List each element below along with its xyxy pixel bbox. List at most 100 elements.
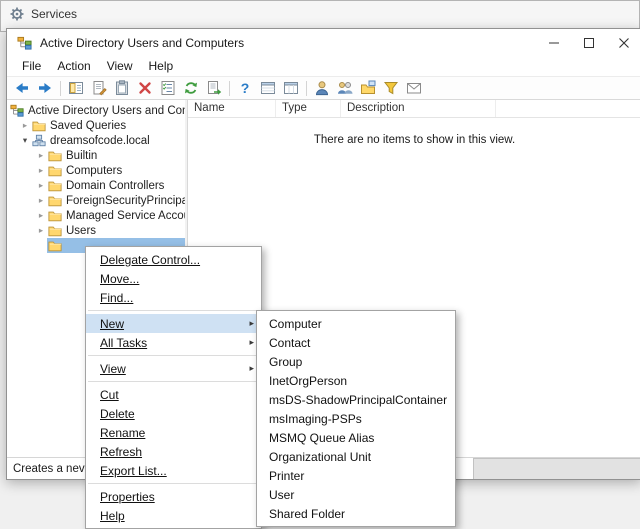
context-menu-item-label: Delegate Control... [100, 252, 201, 267]
tree-item-builtin[interactable]: ▸ Builtin [7, 148, 185, 163]
document-edit-button[interactable] [88, 78, 110, 99]
collapse-arrow-icon[interactable]: ▾ [19, 133, 31, 148]
maximize-button[interactable] [571, 29, 606, 56]
new-ou-icon [360, 80, 376, 96]
expand-arrow-icon[interactable]: ▸ [35, 163, 47, 178]
context-menu-item-new[interactable]: New ▸ [86, 314, 261, 333]
expand-arrow-icon[interactable]: ▸ [35, 193, 47, 208]
titlebar[interactable]: Active Directory Users and Computers [7, 29, 640, 56]
tree-item-content: Active Directory Users and Com [9, 103, 185, 118]
export-list-icon [206, 80, 222, 96]
new-user-button[interactable] [311, 78, 333, 99]
list-large-icon [283, 80, 299, 96]
submenu-item-shared-folder[interactable]: Shared Folder [257, 504, 455, 523]
expand-arrow-icon[interactable]: ▸ [35, 178, 47, 193]
clipboard-button[interactable] [111, 78, 133, 99]
menu-action[interactable]: Action [49, 57, 98, 75]
context-menu-item-delete[interactable]: Delete [86, 404, 261, 423]
context-menu-item-label: Export List... [100, 463, 167, 478]
new-group-button[interactable] [334, 78, 356, 99]
column-header-description[interactable]: Description [341, 100, 496, 117]
help-icon: ? [237, 80, 253, 96]
tree-item-computers[interactable]: ▸ Computers [7, 163, 185, 178]
submenu-item-inetorgperson[interactable]: InetOrgPerson [257, 371, 455, 390]
submenu-item-organizational-unit[interactable]: Organizational Unit [257, 447, 455, 466]
column-header-name[interactable]: Name [188, 100, 276, 117]
submenu-item-user[interactable]: User [257, 485, 455, 504]
list-small-button[interactable] [257, 78, 279, 99]
submenu-arrow-icon: ▸ [249, 318, 254, 328]
tree-item-label: dreamsofcode.local [50, 134, 150, 147]
context-menu-item-refresh[interactable]: Refresh [86, 442, 261, 461]
filter-button[interactable] [380, 78, 402, 99]
minimize-icon [548, 38, 559, 48]
menu-separator [88, 483, 259, 484]
context-menu-item-label: All Tasks [100, 335, 148, 350]
tree-item-foreign-security-principals[interactable]: ▸ ForeignSecurityPrincipals [7, 193, 185, 208]
show-tree-button[interactable] [65, 78, 87, 99]
list-large-button[interactable] [280, 78, 302, 99]
tree-item-users[interactable]: ▸ Users [7, 223, 185, 238]
tree-item-saved-queries[interactable]: ▸ Saved Queries [7, 118, 185, 133]
context-menu-item-help[interactable]: Help [86, 506, 261, 525]
expand-arrow-icon[interactable]: ▸ [35, 223, 47, 238]
envelope-button[interactable] [403, 78, 425, 99]
tree-item-content: dreamsofcode.local [31, 133, 185, 148]
submenu-item-computer[interactable]: Computer [257, 314, 455, 333]
submenu-item-printer[interactable]: Printer [257, 466, 455, 485]
new-ou-button[interactable] [357, 78, 379, 99]
folder-icon [48, 239, 63, 252]
context-menu-item-move[interactable]: Move... [86, 269, 261, 288]
context-menu-item-delegate-control[interactable]: Delegate Control... [86, 250, 261, 269]
folder-icon [32, 119, 47, 132]
tree-item-content: Users [47, 223, 185, 238]
show-tree-icon [68, 80, 84, 96]
close-button[interactable] [606, 29, 640, 56]
menu-file[interactable]: File [14, 57, 49, 75]
checklist-button[interactable] [157, 78, 179, 99]
submenu-item-msmq-queue-alias[interactable]: MSMQ Queue Alias [257, 428, 455, 447]
tree-item-content: Computers [47, 163, 185, 178]
context-menu-item-find[interactable]: Find... [86, 288, 261, 307]
context-menu-item-rename[interactable]: Rename [86, 423, 261, 442]
menu-view[interactable]: View [99, 57, 141, 75]
tree-item-label: Computers [66, 164, 123, 177]
expand-arrow-icon[interactable]: ▸ [35, 208, 47, 223]
forward-button[interactable] [34, 78, 56, 99]
submenu-item-msimaging-psps[interactable]: msImaging-PSPs [257, 409, 455, 428]
tree-item-active-directory-root[interactable]: Active Directory Users and Com [7, 103, 185, 118]
tree-item-dreamsofcode-local[interactable]: ▾ dreamsofcode.local [7, 133, 185, 148]
folder-icon [48, 224, 63, 237]
submenu-item-group[interactable]: Group [257, 352, 455, 371]
toolbar-separator [60, 80, 61, 96]
document-edit-icon [91, 80, 107, 96]
delete-button[interactable] [134, 78, 156, 99]
aduc-app-icon [17, 36, 32, 50]
context-menu-item-all-tasks[interactable]: All Tasks ▸ [86, 333, 261, 352]
context-menu-item-view[interactable]: View ▸ [86, 359, 261, 378]
back-button[interactable] [11, 78, 33, 99]
menu-help[interactable]: Help [141, 57, 182, 75]
tree-item-content: ForeignSecurityPrincipals [47, 193, 185, 208]
context-menu-item-properties[interactable]: Properties [86, 487, 261, 506]
filter-icon [383, 80, 399, 96]
help-button[interactable]: ? [234, 78, 256, 99]
tree-item-content: Managed Service Accoun [47, 208, 185, 223]
folder-icon [48, 194, 63, 207]
menu-separator [88, 381, 259, 382]
expand-arrow-icon[interactable]: ▸ [35, 148, 47, 163]
minimize-button[interactable] [536, 29, 571, 56]
envelope-icon [406, 80, 422, 96]
submenu-arrow-icon: ▸ [249, 337, 254, 347]
context-menu-item-label: Properties [100, 489, 155, 504]
context-menu-item-cut[interactable]: Cut [86, 385, 261, 404]
expand-arrow-icon[interactable]: ▸ [19, 118, 31, 133]
export-list-button[interactable] [203, 78, 225, 99]
tree-item-domain-controllers[interactable]: ▸ Domain Controllers [7, 178, 185, 193]
context-menu-item-export-list[interactable]: Export List... [86, 461, 261, 480]
refresh-button[interactable] [180, 78, 202, 99]
tree-item-managed-service-accounts[interactable]: ▸ Managed Service Accoun [7, 208, 185, 223]
submenu-item-contact[interactable]: Contact [257, 333, 455, 352]
column-header-type[interactable]: Type [276, 100, 341, 117]
submenu-item-msds-shadowprincipalcontainer[interactable]: msDS-ShadowPrincipalContainer [257, 390, 455, 409]
